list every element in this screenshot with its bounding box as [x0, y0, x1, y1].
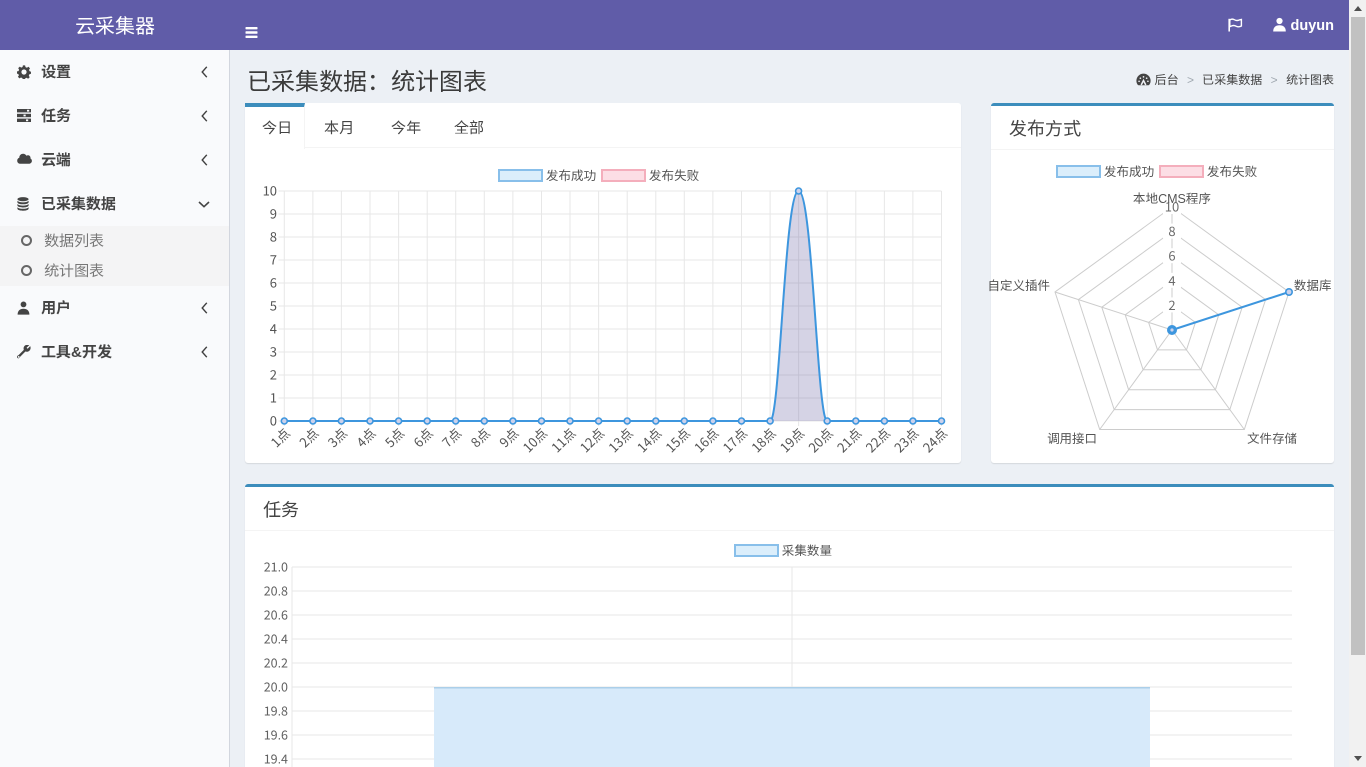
svg-text:发布失败: 发布失败: [649, 165, 700, 184]
svg-text:1: 1: [270, 388, 277, 407]
svg-text:8: 8: [1168, 221, 1175, 240]
svg-text:13点: 13点: [604, 423, 637, 456]
svg-text:8: 8: [270, 227, 277, 246]
svg-text:11点: 11点: [546, 423, 579, 456]
svg-text:发布失败: 发布失败: [1207, 161, 1258, 180]
svg-text:4点: 4点: [352, 423, 380, 451]
svg-text:22点: 22点: [861, 423, 894, 456]
svg-text:9: 9: [270, 204, 277, 223]
svg-text:3: 3: [270, 342, 277, 361]
svg-text:6: 6: [1168, 246, 1175, 265]
svg-text:文件存储: 文件存储: [1247, 428, 1298, 447]
svg-text:9点: 9点: [494, 423, 522, 451]
svg-text:20.8: 20.8: [264, 581, 288, 600]
svg-text:19.8: 19.8: [264, 701, 288, 720]
svg-text:14点: 14点: [632, 423, 665, 456]
svg-text:发布成功: 发布成功: [546, 165, 596, 184]
svg-text:数据库: 数据库: [1294, 275, 1332, 294]
svg-text:3点: 3点: [323, 423, 351, 451]
svg-text:8点: 8点: [466, 423, 494, 451]
svg-text:10: 10: [263, 181, 277, 200]
svg-text:16点: 16点: [689, 423, 722, 456]
svg-text:18点: 18点: [747, 423, 780, 456]
svg-text:20.6: 20.6: [264, 605, 288, 624]
svg-text:5: 5: [270, 296, 277, 315]
svg-text:5点: 5点: [380, 423, 408, 451]
svg-text:17点: 17点: [718, 423, 751, 456]
svg-text:10点: 10点: [518, 423, 551, 456]
svg-text:本地CMS程序: 本地CMS程序: [1133, 188, 1211, 207]
svg-text:23点: 23点: [889, 423, 922, 456]
svg-text:7: 7: [270, 250, 277, 269]
svg-text:20.2: 20.2: [264, 653, 288, 672]
svg-text:4: 4: [270, 319, 277, 338]
svg-text:19.4: 19.4: [264, 749, 288, 767]
svg-text:20.4: 20.4: [264, 629, 288, 648]
svg-text:24点: 24点: [918, 423, 951, 456]
svg-text:19.6: 19.6: [264, 725, 288, 744]
svg-text:20.0: 20.0: [264, 677, 288, 696]
svg-text:2: 2: [270, 365, 277, 384]
svg-text:6: 6: [270, 273, 277, 292]
svg-text:采集数量: 采集数量: [782, 540, 832, 559]
svg-text:调用接口: 调用接口: [1047, 428, 1097, 447]
svg-text:20点: 20点: [804, 423, 837, 456]
svg-text:自定义插件: 自定义插件: [987, 275, 1050, 294]
svg-text:2: 2: [1168, 295, 1175, 314]
svg-text:6点: 6点: [409, 423, 437, 451]
svg-text:12点: 12点: [575, 423, 608, 456]
svg-text:19点: 19点: [775, 423, 808, 456]
svg-text:15点: 15点: [661, 423, 694, 456]
svg-text:7点: 7点: [437, 423, 465, 451]
svg-text:4: 4: [1168, 270, 1175, 289]
svg-text:21点: 21点: [832, 423, 865, 456]
svg-text:发布成功: 发布成功: [1104, 161, 1154, 180]
svg-text:21.0: 21.0: [264, 557, 288, 576]
svg-text:2点: 2点: [294, 423, 322, 451]
